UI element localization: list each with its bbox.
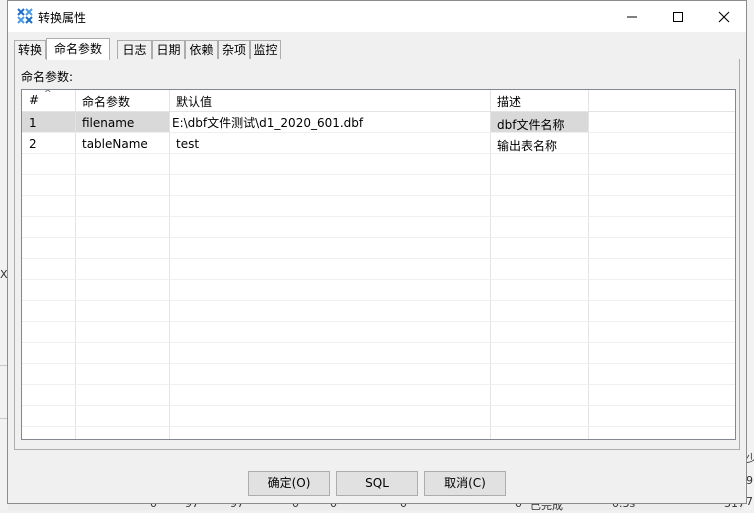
row-1-name[interactable]: filename — [82, 116, 134, 130]
tab-transform[interactable]: 转换 — [14, 40, 46, 59]
row-divider — [22, 237, 735, 238]
row-divider — [22, 258, 735, 259]
sql-button[interactable]: SQL — [336, 471, 418, 496]
row-divider — [22, 216, 735, 217]
tab-monitor[interactable]: 监控 — [250, 40, 281, 59]
maximize-button[interactable] — [655, 1, 701, 32]
close-icon — [718, 11, 730, 22]
row-1-index[interactable]: 1 — [29, 116, 37, 130]
column-divider — [490, 90, 491, 439]
close-button[interactable] — [701, 1, 747, 32]
background-right-char-1: 少 — [746, 452, 754, 465]
row-divider — [22, 153, 735, 154]
background-right-char-2: 9 — [746, 474, 753, 487]
row-divider — [22, 321, 735, 322]
column-header-name[interactable]: 命名参数 — [82, 93, 130, 110]
row-2-name[interactable]: tableName — [82, 137, 148, 151]
row-divider — [22, 363, 735, 364]
row-divider — [22, 279, 735, 280]
tab-misc[interactable]: 杂项 — [218, 40, 250, 59]
row-divider — [22, 174, 735, 175]
row-divider — [22, 384, 735, 385]
row-divider — [22, 426, 735, 427]
column-divider — [75, 90, 76, 439]
column-divider — [169, 90, 170, 439]
column-header-index[interactable]: # — [29, 93, 39, 107]
column-header-description[interactable]: 描述 — [497, 93, 521, 110]
row-2-description[interactable]: 输出表名称 — [497, 137, 557, 154]
row-2-default-value[interactable]: test — [176, 137, 199, 151]
tab-date[interactable]: 日期 — [152, 40, 185, 59]
column-header-default[interactable]: 默认值 — [176, 93, 212, 110]
named-params-label: 命名参数: — [21, 70, 74, 84]
row-1-default-value[interactable]: E:\dbf文件测试\d1_2020_601.dbf — [172, 114, 363, 131]
row-divider — [22, 405, 735, 406]
row-divider — [22, 300, 735, 301]
app-icon — [17, 8, 33, 24]
named-params-table[interactable]: # ^ 命名参数 默认值 描述 1 filename E:\dbf文件测试\d1… — [21, 89, 736, 440]
minimize-icon — [627, 16, 637, 17]
row-divider — [22, 132, 735, 133]
ok-button[interactable]: 确定(O) — [248, 471, 330, 496]
row-divider — [22, 195, 735, 196]
background-right-char-3: 7 — [746, 495, 753, 508]
tab-log[interactable]: 日志 — [117, 40, 152, 59]
row-divider — [22, 342, 735, 343]
minimize-button[interactable] — [609, 1, 655, 32]
cancel-button[interactable]: 取消(C) — [424, 471, 506, 496]
row-1-description[interactable]: dbf文件名称 — [497, 116, 564, 133]
title-bar[interactable]: 转换属性 — [8, 1, 746, 32]
window-title: 转换属性 — [38, 11, 87, 25]
tab-dependency[interactable]: 依赖 — [185, 40, 218, 59]
transform-properties-dialog: 转换属性 转换 命名参数 日志 日期 依赖 杂项 监控 命名参数: # ^ 命名… — [7, 0, 747, 504]
tab-named-params[interactable]: 命名参数 — [46, 38, 110, 60]
sort-ascending-icon: ^ — [44, 89, 52, 99]
column-divider — [588, 90, 589, 439]
row-2-index[interactable]: 2 — [29, 137, 37, 151]
maximize-icon — [673, 11, 683, 22]
